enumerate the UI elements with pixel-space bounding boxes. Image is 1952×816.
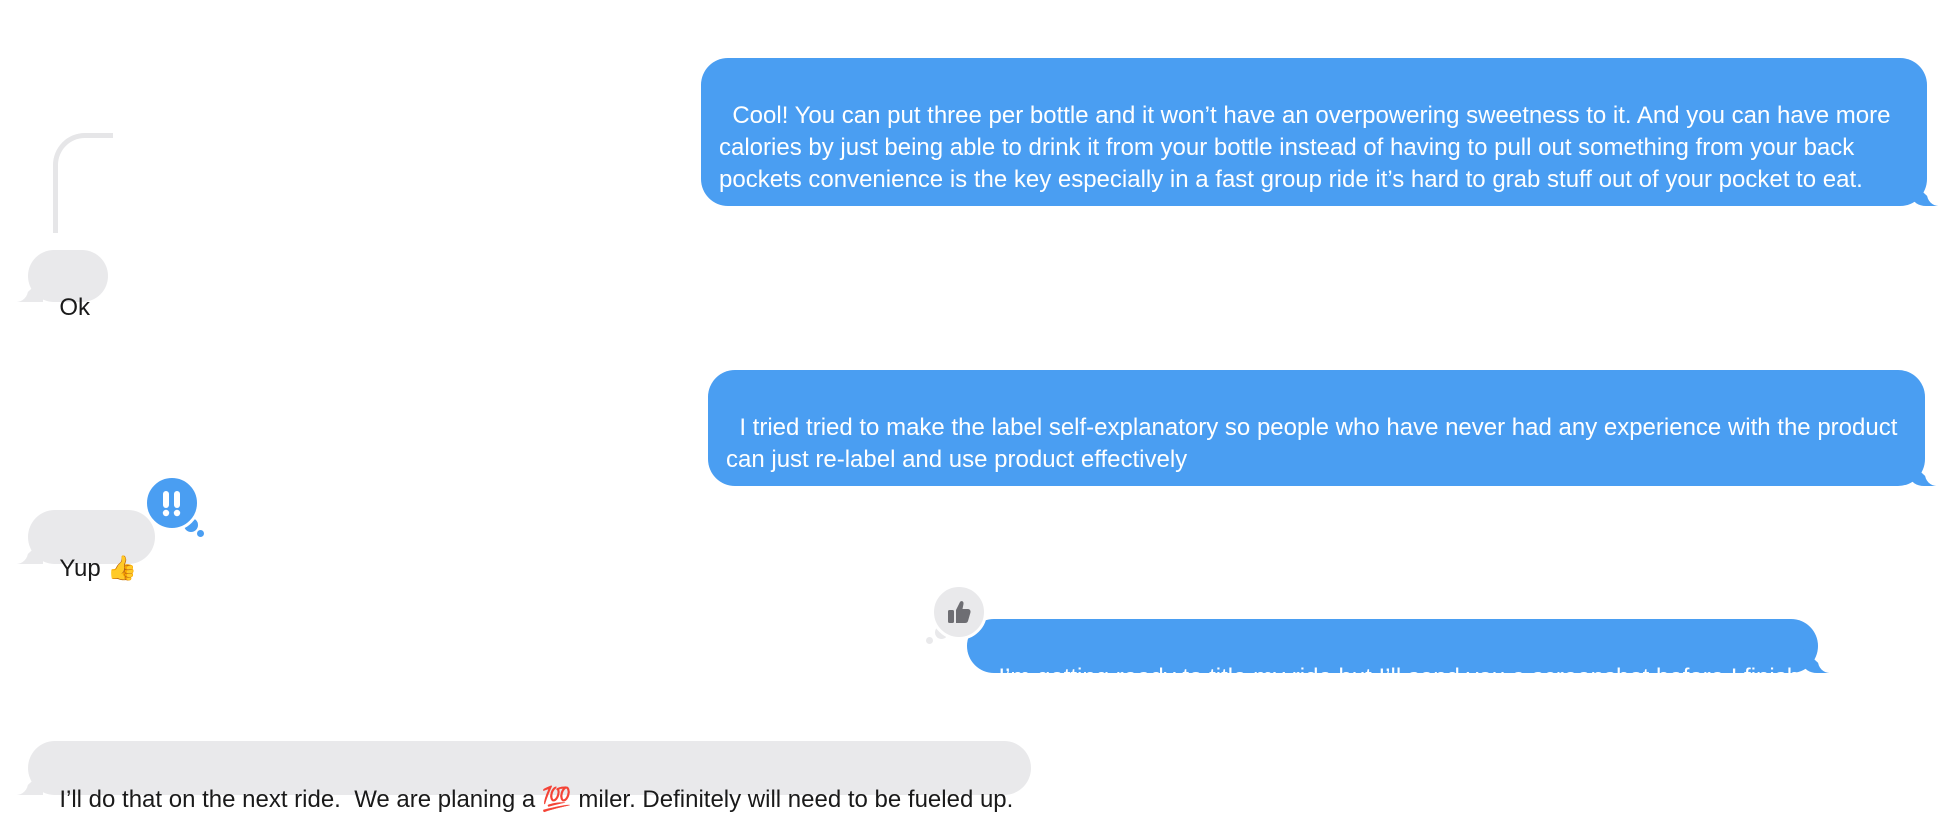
message-bubble-outgoing[interactable]: Cool! You can put three per bottle and i…: [701, 58, 1947, 206]
tapback-like[interactable]: [931, 584, 987, 640]
exclamation-icon: [162, 491, 181, 517]
tapback-emphasize[interactable]: [144, 475, 200, 531]
tapback-tail-dot: [197, 530, 204, 537]
message-text: I’m getting ready to title my ride but I…: [998, 664, 1801, 691]
reply-thread-line: [53, 133, 113, 233]
message-text: Ok: [59, 294, 91, 321]
message-bubble-outgoing[interactable]: I tried tried to make the label self-exp…: [708, 370, 1945, 486]
message-bubble-incoming[interactable]: Yup 👍: [7, 510, 156, 582]
message-bubble-incoming[interactable]: I’ll do that on the next ride. We are pl…: [7, 741, 1032, 813]
message-text: I’ll do that on the next ride. We are pl…: [59, 786, 1014, 813]
thumbs-up-icon: [948, 601, 971, 623]
message-text: Cool! You can put three per bottle and i…: [719, 102, 1898, 193]
message-bubble-outgoing[interactable]: I’m getting ready to title my ride but I…: [967, 619, 1839, 691]
message-text: I tried tried to make the label self-exp…: [726, 414, 1905, 473]
tapback-tail-dot: [926, 637, 933, 644]
message-text: Yup 👍: [59, 555, 138, 582]
message-bubble-incoming[interactable]: Ok: [7, 250, 109, 321]
